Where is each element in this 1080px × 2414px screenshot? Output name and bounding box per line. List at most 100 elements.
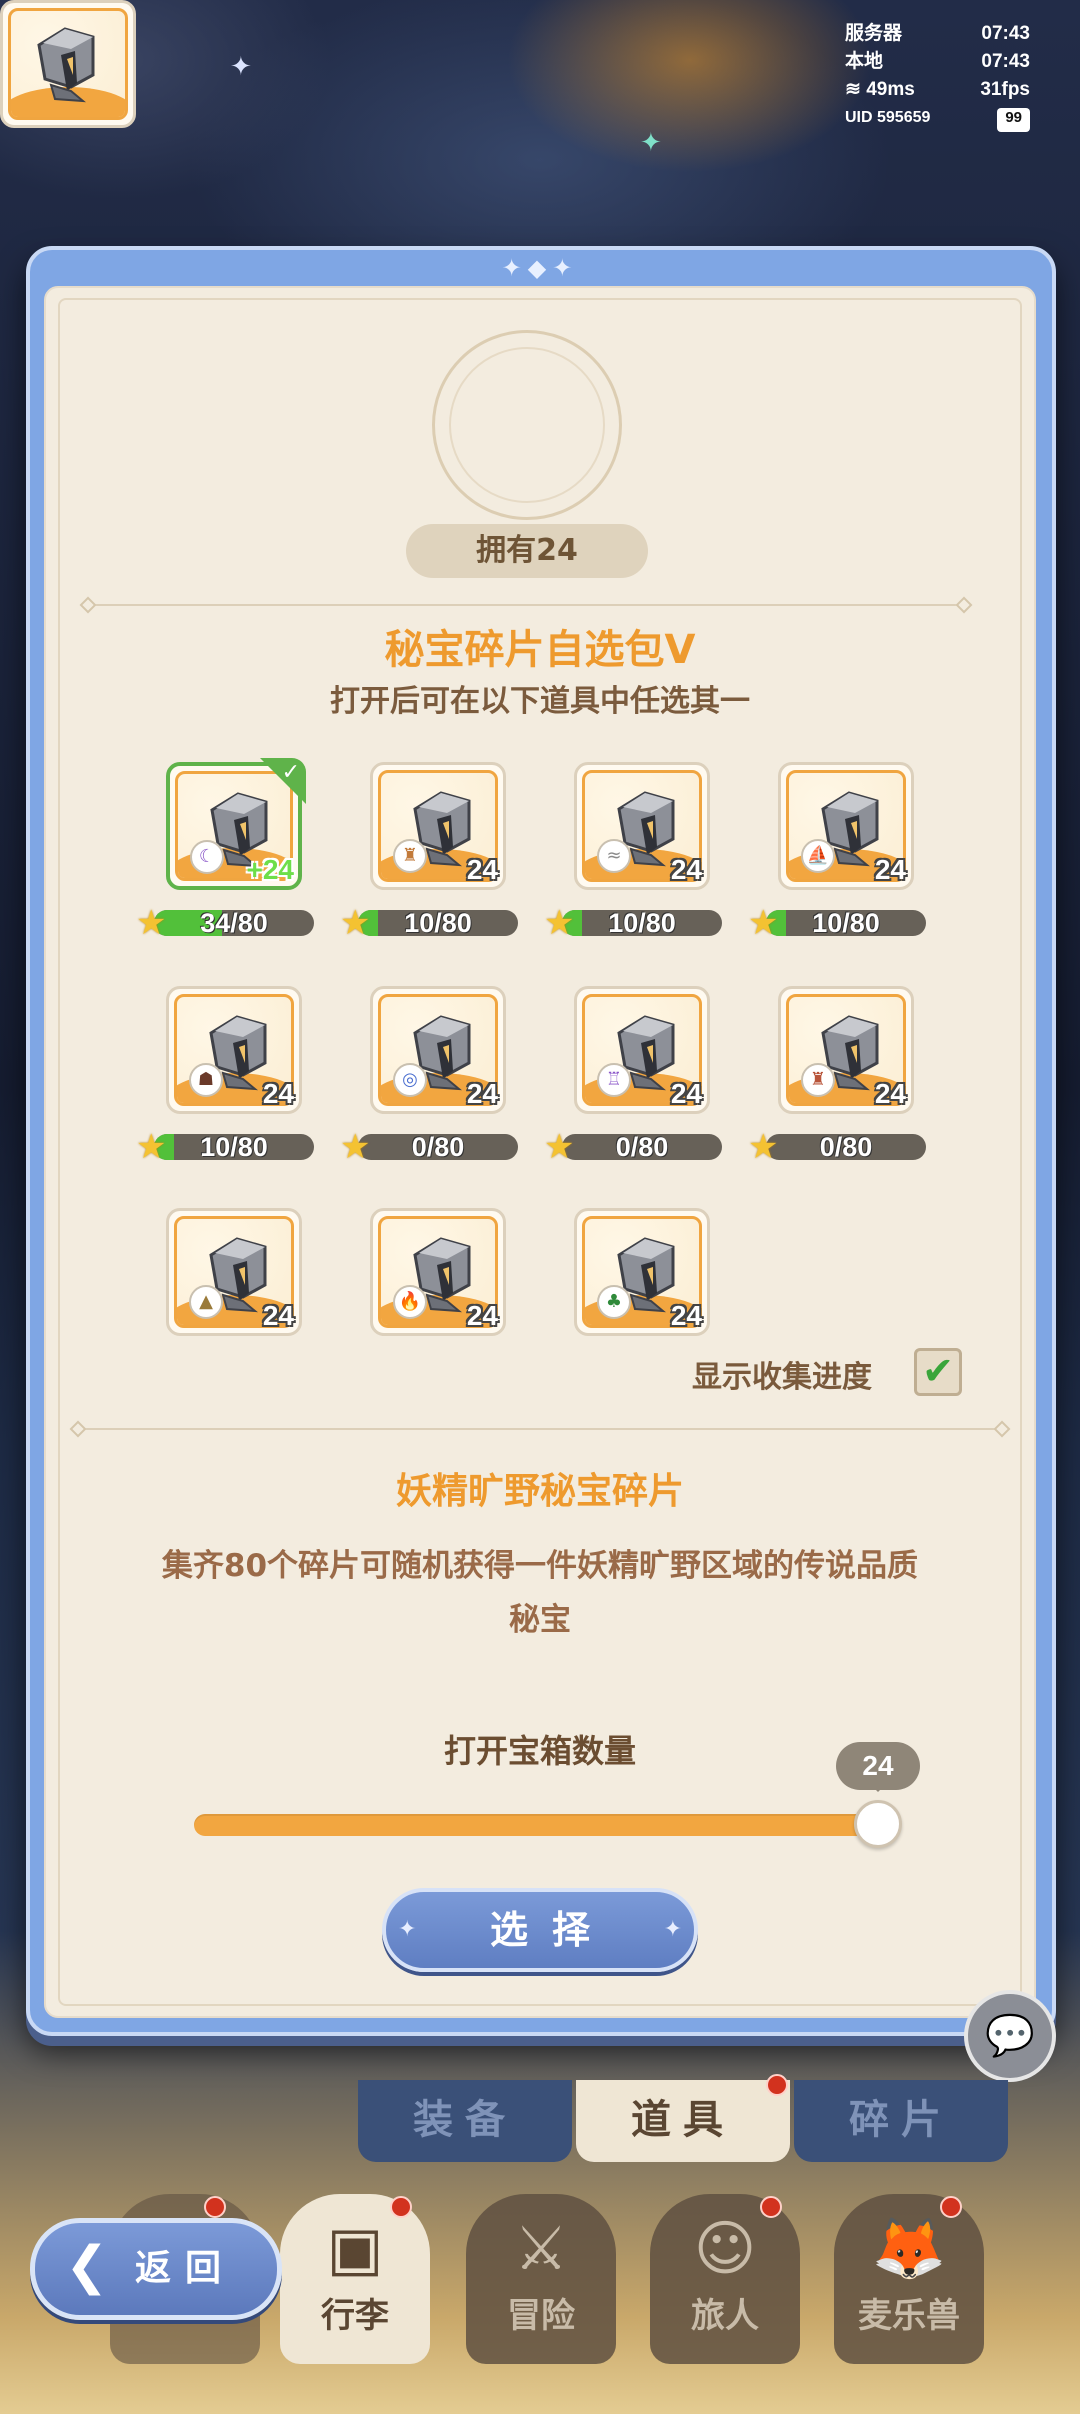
nav-item-luggage[interactable]: ▣ 行李 xyxy=(280,2194,430,2364)
progress-text: 0/80 xyxy=(411,1132,465,1162)
checkmark-icon: ✔ xyxy=(922,1349,954,1393)
wifi-icon: ≋ xyxy=(845,79,861,100)
vortex-icon: ◎ xyxy=(393,1063,427,1097)
fragment-count: 24 xyxy=(874,854,906,885)
fragment-item[interactable]: ♜ 24 xyxy=(778,986,914,1114)
relic-shard-icon xyxy=(37,27,95,103)
chat-bubble-icon: 💬 xyxy=(985,2013,1035,2059)
fragment-count: 24 xyxy=(466,854,498,885)
tab-fragments[interactable]: 碎片 xyxy=(794,2080,1008,2162)
button-ornament-icon: ✦ xyxy=(398,1917,417,1942)
tab-label: 装备 xyxy=(413,2097,517,2143)
fragment-item[interactable]: ≈24 xyxy=(574,762,710,890)
show-progress-checkbox[interactable]: ✔ xyxy=(914,1348,962,1396)
progress-text: 10/80 xyxy=(200,1132,268,1162)
water-wave-icon: ≈ xyxy=(597,839,631,873)
castle-icon: ♜ xyxy=(393,839,427,873)
quantity-slider-handle[interactable] xyxy=(854,1800,902,1848)
nav-label: 旅人 xyxy=(691,2296,759,2336)
mountain-icon: ▲ xyxy=(189,1285,223,1319)
divider xyxy=(86,604,966,606)
chat-button[interactable]: 💬 xyxy=(964,1990,1056,2082)
back-button-label: 返回 xyxy=(135,2248,236,2289)
tab-equipment[interactable]: 装备 xyxy=(358,2080,572,2162)
notification-dot xyxy=(760,2196,782,2218)
local-time: 07:43 xyxy=(981,51,1030,72)
sparkle-icon: ✦ xyxy=(640,128,662,158)
local-label: 本地 xyxy=(845,51,884,72)
progress-text: 0/80 xyxy=(819,1132,873,1162)
fragment-count: 24 xyxy=(670,1300,702,1331)
notification-dot xyxy=(940,2196,962,2218)
detail-description-line2: 秘宝 xyxy=(509,1602,571,1638)
progress-text: 10/80 xyxy=(404,908,472,938)
fragment-count: +24 xyxy=(246,854,295,885)
chest-icon: ▣ xyxy=(326,2214,384,2284)
nav-item-traveler[interactable]: ☺ 旅人 xyxy=(650,2194,800,2364)
battery-indicator: 99 xyxy=(997,108,1030,132)
detail-title: 妖精旷野秘宝碎片 xyxy=(395,1471,684,1512)
notification-dot xyxy=(766,2074,788,2096)
collection-progress-bar: ★ 10/80 xyxy=(544,906,724,940)
fragment-item[interactable]: ♖ 24 xyxy=(574,986,710,1114)
back-button[interactable]: ❮ 返回 xyxy=(30,2218,282,2320)
moon-swirl-icon: ☾ xyxy=(190,840,224,874)
flame-icon: 🔥 xyxy=(393,1285,427,1319)
item-emblem-ring xyxy=(432,330,622,520)
collection-progress-bar: ★ 0/80 xyxy=(544,1130,724,1164)
collection-progress-bar: ★ 0/80 xyxy=(340,1130,520,1164)
back-arrow-icon: ❮ xyxy=(65,2236,109,2296)
nav-label: 行李 xyxy=(321,2296,389,2336)
palace-icon: ♖ xyxy=(597,1063,631,1097)
pine-tree-icon: ♣ xyxy=(597,1285,631,1319)
server-label: 服务器 xyxy=(845,23,903,44)
fragment-item[interactable]: ☾ +24 ✓ xyxy=(166,758,306,890)
divider xyxy=(76,1428,1004,1430)
progress-text: 34/80 xyxy=(200,908,268,938)
server-time: 07:43 xyxy=(981,23,1030,44)
collection-progress-bar: ★ 10/80 xyxy=(136,1130,316,1164)
fragment-count: 24 xyxy=(466,1078,498,1109)
collection-progress-bar: ★ 10/80 xyxy=(748,906,928,940)
fragment-item[interactable]: 🔥 24 xyxy=(370,1208,506,1336)
notification-dot xyxy=(204,2196,226,2218)
fps: 31fps xyxy=(980,79,1030,100)
ping: 49ms xyxy=(866,79,915,100)
tab-label: 道具 xyxy=(631,2097,735,2143)
dialog-ornament-icon: ✦◆✦ xyxy=(501,254,579,282)
fragment-item[interactable]: ♣ 24 xyxy=(574,1208,710,1336)
button-ornament-icon: ✦ xyxy=(663,1917,682,1942)
tab-items[interactable]: 道具 xyxy=(576,2080,790,2162)
fragment-item[interactable]: ▲ 24 xyxy=(166,1208,302,1336)
quantity-slider-track[interactable] xyxy=(194,1814,886,1836)
fragment-count: 24 xyxy=(262,1078,294,1109)
tab-label: 碎片 xyxy=(849,2097,953,2143)
nav-label: 冒险 xyxy=(507,2296,575,2336)
owned-count: 拥有24 xyxy=(406,524,648,578)
progress-text: 10/80 xyxy=(812,908,880,938)
notification-dot xyxy=(390,2196,412,2218)
fragment-count: 24 xyxy=(466,1300,498,1331)
tower-icon: ♜ xyxy=(801,1063,835,1097)
collection-progress-bar: ★ 34/80 xyxy=(136,906,316,940)
progress-text: 10/80 xyxy=(608,908,676,938)
fragment-item[interactable]: ♜ 24 xyxy=(370,762,506,890)
nav-item-adventure[interactable]: ⚔ 冒险 xyxy=(466,2194,616,2364)
fragment-item[interactable]: ◎ 24 xyxy=(370,986,506,1114)
crossed-swords-icon: ⚔ xyxy=(514,2214,568,2284)
show-progress-label: 显示收集进度 xyxy=(692,1360,872,1395)
status-overlay: 服务器 07:43 本地 07:43 ≋ 49ms 31fps UID 595659 9… xyxy=(845,20,1030,132)
fragment-item[interactable]: ⛵ 24 xyxy=(778,762,914,890)
detail-description-line1: 集齐80个碎片可随机获得一件妖精旷野区域的传说品质 xyxy=(161,1548,919,1584)
dialog-title: 秘宝碎片自选包V xyxy=(384,627,696,673)
selected-item-icon xyxy=(0,0,136,128)
fragment-item[interactable]: ☗ 24 xyxy=(166,986,302,1114)
golem-icon: ☗ xyxy=(189,1063,223,1097)
collection-progress-bar: ★ 10/80 xyxy=(340,906,520,940)
fragment-count: 24 xyxy=(262,1300,294,1331)
select-button[interactable]: ✦ 选择 ✦ xyxy=(382,1888,698,1972)
nav-item-pets[interactable]: 🦊 麦乐兽 xyxy=(834,2194,984,2364)
traveler-portrait-icon: ☺ xyxy=(693,2214,757,2284)
progress-text: 0/80 xyxy=(615,1132,669,1162)
quantity-value-bubble: 24 xyxy=(836,1742,920,1792)
